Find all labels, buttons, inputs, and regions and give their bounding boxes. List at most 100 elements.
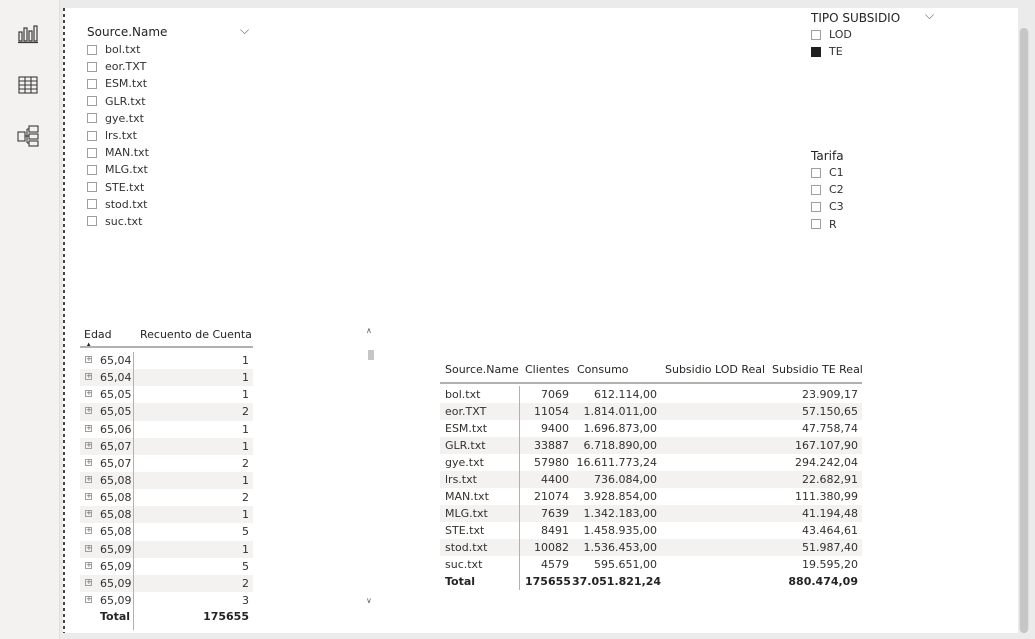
expand-icon[interactable]: +: [85, 561, 92, 569]
expand-icon[interactable]: +: [85, 390, 92, 398]
table-row[interactable]: +65,04 1: [80, 369, 253, 387]
checkbox[interactable]: [811, 219, 821, 230]
expand-icon[interactable]: +: [85, 493, 92, 501]
report-view-icon[interactable]: [17, 23, 39, 45]
table-row[interactable]: MLG.txt 7639 1.342.183,00 41.194,48: [440, 505, 862, 522]
table-row[interactable]: GLR.txt 33887 6.718.890,00 167.107,90: [440, 437, 862, 454]
expand-icon[interactable]: +: [85, 578, 92, 586]
table-row[interactable]: +65,06 1: [80, 421, 253, 438]
expand-icon[interactable]: +: [85, 527, 92, 535]
checkbox[interactable]: [87, 44, 97, 55]
slicer-item-te[interactable]: TE: [811, 43, 951, 60]
slicer-item-eor-txt[interactable]: eor.TXT: [87, 58, 257, 75]
table-row[interactable]: +65,05 2: [80, 403, 253, 421]
column-header-source-name[interactable]: Source.Name: [445, 363, 519, 376]
table-row[interactable]: STE.txt 8491 1.458.935,00 43.464,61: [440, 522, 862, 539]
table-row[interactable]: ESM.txt 9400 1.696.873,00 47.758,74: [440, 420, 862, 437]
expand-icon[interactable]: +: [85, 544, 92, 552]
slicer-item-c1[interactable]: C1: [811, 164, 911, 181]
slicer-item-stod-txt[interactable]: stod.txt: [87, 196, 257, 213]
slicer-item-r[interactable]: R: [811, 216, 911, 233]
page-scroll-thumb[interactable]: [1020, 28, 1028, 633]
table-row[interactable]: +65,08 1: [80, 506, 253, 524]
edad-cell: 65,08: [100, 491, 132, 505]
scroll-thumb[interactable]: [368, 350, 374, 360]
expand-icon[interactable]: +: [85, 441, 92, 449]
expand-icon[interactable]: +: [85, 356, 92, 363]
edad-cell: 65,04: [100, 371, 132, 385]
recuento-cell: 1: [242, 439, 249, 453]
table-row[interactable]: +65,08 5: [80, 523, 253, 540]
column-header-subsidio-te[interactable]: Subsidio TE Real: [772, 363, 863, 376]
checkbox[interactable]: [811, 201, 821, 212]
edad-table-scrollbar[interactable]: ∧ ∨: [366, 326, 376, 610]
table-row[interactable]: +65,09 1: [80, 540, 253, 558]
scroll-down-icon[interactable]: ∨: [366, 596, 372, 605]
table-row[interactable]: suc.txt 4579 595.651,00 19.595,20: [440, 556, 862, 573]
checkbox[interactable]: [811, 184, 821, 195]
chevron-down-icon[interactable]: ⌵: [240, 23, 249, 38]
edad-cell: 65,09: [100, 559, 132, 573]
recuento-cell: 1: [242, 354, 249, 367]
table-row[interactable]: MAN.txt 21074 3.928.854,00 111.380,99: [440, 488, 862, 505]
slicer-item-man-txt[interactable]: MAN.txt: [87, 144, 257, 161]
slicer-item-bol-txt[interactable]: bol.txt: [87, 41, 257, 58]
table-row[interactable]: stod.txt 10082 1.536.453,00 51.987,40: [440, 539, 862, 556]
table-row[interactable]: +65,05 1: [80, 386, 253, 403]
table-row[interactable]: eor.TXT 11054 1.814.011,00 57.150,65: [440, 403, 862, 420]
checkbox[interactable]: [87, 164, 97, 175]
page-scrollbar[interactable]: [1019, 28, 1029, 633]
checkbox[interactable]: [87, 130, 97, 141]
checkbox[interactable]: [87, 147, 97, 158]
expand-icon[interactable]: +: [85, 475, 92, 483]
slicer-item-esm-txt[interactable]: ESM.txt: [87, 75, 257, 92]
model-view-icon[interactable]: [17, 125, 39, 147]
slicer-item-suc-txt[interactable]: suc.txt: [87, 213, 257, 230]
data-view-icon[interactable]: [17, 74, 39, 96]
slicer-item-lod[interactable]: LOD: [811, 26, 951, 43]
checkbox[interactable]: [87, 113, 97, 124]
expand-icon[interactable]: +: [85, 510, 92, 518]
checkbox[interactable]: [87, 199, 97, 210]
slicer-item-c3[interactable]: C3: [811, 198, 911, 215]
scroll-up-icon[interactable]: ∧: [366, 326, 372, 335]
edad-cell: 65,07: [100, 456, 132, 470]
expand-icon[interactable]: +: [85, 458, 92, 466]
checkbox[interactable]: [87, 61, 97, 72]
slicer-item-lrs-txt[interactable]: lrs.txt: [87, 127, 257, 144]
table-row[interactable]: +65,07 2: [80, 455, 253, 472]
subsidio-te-cell: 22.682,91: [802, 473, 858, 486]
slicer-item-c2[interactable]: C2: [811, 181, 911, 198]
table-row[interactable]: lrs.txt 4400 736.084,00 22.682,91: [440, 471, 862, 488]
table-row[interactable]: +65,09 2: [80, 574, 253, 592]
table-row[interactable]: +65,04 1: [80, 352, 253, 369]
slicer-item-mlg-txt[interactable]: MLG.txt: [87, 161, 257, 178]
column-header-consumo[interactable]: Consumo: [577, 363, 629, 376]
table-row[interactable]: +65,08 2: [80, 489, 253, 506]
checkbox[interactable]: [811, 167, 821, 178]
checkbox[interactable]: [87, 216, 97, 227]
column-header-subsidio-lod[interactable]: Subsidio LOD Real: [665, 363, 765, 376]
table-row[interactable]: gye.txt 57980 16.611.773,24 294.242,04: [440, 454, 862, 471]
chevron-down-icon[interactable]: ⌵: [925, 8, 934, 23]
table-row[interactable]: bol.txt 7069 612.114,00 23.909,17: [440, 386, 862, 403]
expand-icon[interactable]: +: [85, 373, 92, 381]
expand-icon[interactable]: +: [85, 595, 92, 603]
checkbox[interactable]: [811, 46, 821, 57]
column-header-recuento[interactable]: Recuento de Cuenta: [140, 328, 252, 341]
column-header-clientes[interactable]: Clientes: [525, 363, 569, 376]
checkbox[interactable]: [811, 29, 821, 40]
checkbox[interactable]: [87, 78, 97, 89]
expand-icon[interactable]: +: [85, 407, 92, 415]
slicer-item-gye-txt[interactable]: gye.txt: [87, 110, 257, 127]
table-row[interactable]: +65,07 1: [80, 437, 253, 455]
slicer-item-glr-txt[interactable]: GLR.txt: [87, 93, 257, 110]
expand-icon[interactable]: +: [85, 424, 92, 432]
checkbox[interactable]: [87, 182, 97, 193]
checkbox[interactable]: [87, 96, 97, 107]
table-row[interactable]: +65,09 5: [80, 558, 253, 575]
column-header-edad[interactable]: Edad: [84, 328, 112, 341]
recuento-cell: 2: [242, 491, 249, 505]
table-row[interactable]: +65,08 1: [80, 471, 253, 490]
slicer-item-ste-txt[interactable]: STE.txt: [87, 179, 257, 196]
